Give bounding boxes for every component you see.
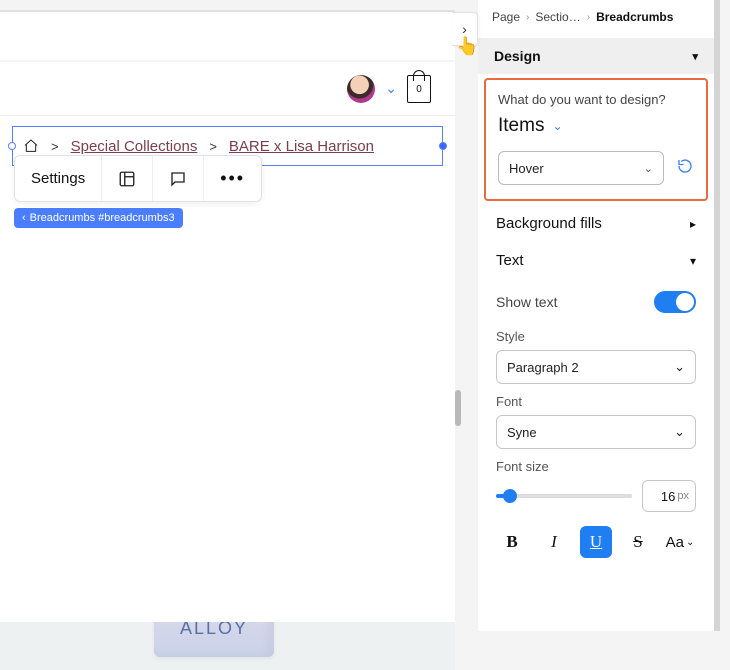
selection-tag[interactable]: ‹ Breadcrumbs #breadcrumbs3 <box>14 208 183 228</box>
design-panel: Page › Sectio… › Breadcrumbs Design ▾ Wh… <box>478 0 720 631</box>
cursor-icon: 👆 <box>456 36 478 57</box>
chevron-right-icon: › <box>587 12 590 23</box>
breadcrumb-separator: > <box>51 139 59 154</box>
panel-crumb-section[interactable]: Sectio… <box>535 10 580 24</box>
chevron-down-icon: ⌄ <box>644 162 653 175</box>
product-image: ALLOY <box>144 332 284 662</box>
style-select[interactable]: Paragraph 2 ⌄ <box>496 350 696 384</box>
design-scope-value: Items <box>498 115 544 137</box>
design-section-header[interactable]: Design ▾ <box>478 38 714 74</box>
resize-handle-right[interactable] <box>439 142 447 150</box>
bold-button[interactable]: B <box>496 526 528 558</box>
chevron-down-icon: ▾ <box>690 254 696 268</box>
design-target-box: What do you want to design? Items ⌄ Hove… <box>484 78 708 201</box>
chevron-down-icon[interactable]: ⌄ <box>385 80 397 97</box>
state-dropdown-value: Hover <box>509 161 544 176</box>
breadcrumb-link-1[interactable]: Special Collections <box>71 138 198 155</box>
chevron-right-icon: › <box>526 12 529 23</box>
text-section-label: Text <box>496 252 524 269</box>
comment-button[interactable] <box>153 156 204 201</box>
chevron-down-icon: ▾ <box>692 50 698 63</box>
chevron-left-icon: ‹ <box>22 212 26 224</box>
selection-tag-label: Breadcrumbs #breadcrumbs3 <box>30 212 175 224</box>
show-text-toggle[interactable] <box>654 291 696 313</box>
background-fills-row[interactable]: Background fills ▸ <box>478 205 714 242</box>
panel-crumb-page[interactable]: Page <box>492 10 520 24</box>
font-size-value: 16 <box>661 489 675 504</box>
style-label: Style <box>496 329 696 344</box>
canvas-topbar <box>0 10 455 60</box>
design-header-label: Design <box>494 48 541 64</box>
chevron-down-icon: ⌄ <box>674 424 685 440</box>
font-size-input[interactable]: 16 px <box>642 480 696 512</box>
breadcrumb-link-2[interactable]: BARE x Lisa Harrison <box>229 138 374 155</box>
chevron-right-icon: ▸ <box>690 217 696 231</box>
cart-icon[interactable] <box>407 75 431 103</box>
home-icon[interactable] <box>23 138 39 154</box>
text-format-bar: B I U S Aa ⌄ <box>478 512 714 558</box>
layout-button[interactable] <box>102 156 153 201</box>
more-button[interactable]: ••• <box>204 156 261 201</box>
slider-thumb[interactable] <box>503 489 517 503</box>
settings-button[interactable]: Settings <box>15 156 102 201</box>
breadcrumb-separator: > <box>209 139 217 154</box>
product-background: ALLOY <box>0 222 455 670</box>
canvas-scrollbar[interactable] <box>455 390 461 426</box>
style-select-value: Paragraph 2 <box>507 360 579 375</box>
resize-handle-left[interactable] <box>8 142 16 150</box>
panel-crumb-current: Breadcrumbs <box>596 10 673 24</box>
site-preview: ⌄ > Special Collections > BARE x Lisa Ha… <box>0 62 455 622</box>
case-label: Aa <box>666 534 684 551</box>
text-section-header[interactable]: Text ▾ <box>478 242 714 279</box>
font-size-unit: px <box>677 490 689 502</box>
strike-label: S <box>633 532 642 552</box>
font-select[interactable]: Syne ⌄ <box>496 415 696 449</box>
background-fills-label: Background fills <box>496 215 602 232</box>
state-dropdown[interactable]: Hover ⌄ <box>498 151 664 185</box>
reset-state-icon[interactable] <box>676 157 694 180</box>
strikethrough-button[interactable]: S <box>622 526 654 558</box>
font-label: Font <box>496 394 696 409</box>
site-header: ⌄ <box>0 62 455 116</box>
canvas-area: ⌄ > Special Collections > BARE x Lisa Ha… <box>0 10 455 631</box>
font-size-slider[interactable] <box>496 494 632 498</box>
font-size-label: Font size <box>496 459 696 474</box>
italic-button[interactable]: I <box>538 526 570 558</box>
show-text-label: Show text <box>496 294 557 310</box>
design-question-label: What do you want to design? <box>498 92 694 107</box>
underline-button[interactable]: U <box>580 526 612 558</box>
panel-breadcrumb: Page › Sectio… › Breadcrumbs <box>478 0 714 38</box>
design-scope-selector[interactable]: Items ⌄ <box>498 115 694 137</box>
element-toolbar: Settings ••• <box>14 155 262 202</box>
chevron-down-icon: ⌄ <box>552 119 562 133</box>
text-case-button[interactable]: Aa ⌄ <box>664 526 696 558</box>
chevron-down-icon: ⌄ <box>674 359 685 375</box>
avatar[interactable] <box>347 75 375 103</box>
chevron-down-icon: ⌄ <box>686 537 694 548</box>
font-select-value: Syne <box>507 425 537 440</box>
